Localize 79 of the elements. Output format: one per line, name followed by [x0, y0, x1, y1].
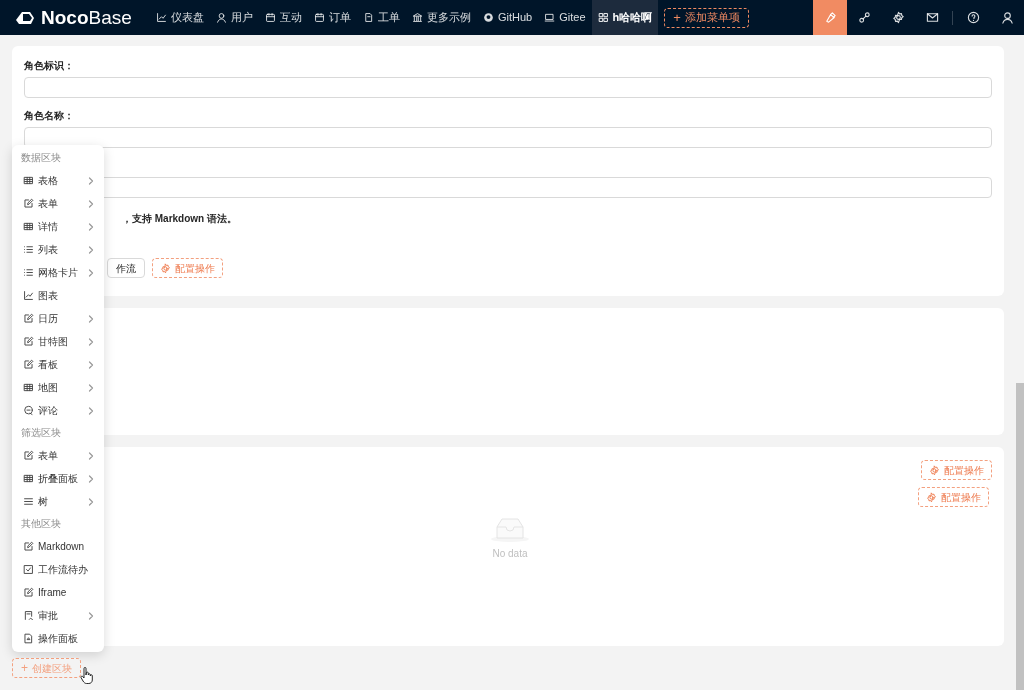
menu-item[interactable]: 日历: [12, 307, 104, 330]
input-field[interactable]: [24, 77, 992, 98]
laptop-icon: [544, 12, 556, 23]
file-icon: [363, 12, 374, 23]
list-icon: [23, 267, 34, 278]
document-icon: [23, 633, 34, 644]
edit-icon: [23, 336, 34, 347]
empty-text: No data: [492, 547, 528, 561]
edit-icon: [23, 450, 34, 461]
nav-menu-item[interactable]: 工单: [357, 0, 406, 35]
menu-item[interactable]: 地图: [12, 376, 104, 399]
chart-icon: [23, 290, 34, 301]
menu-item[interactable]: Markdown: [12, 535, 104, 558]
edit-icon: [23, 359, 34, 370]
nav-menu-item[interactable]: 订单: [308, 0, 357, 35]
empty-box-icon: [490, 515, 530, 543]
field-label: 角色名称：: [24, 109, 75, 123]
menu-item[interactable]: 详情: [12, 215, 104, 238]
calendar-icon: [314, 12, 325, 23]
settings-icon: [160, 262, 171, 274]
menu-item[interactable]: 表单: [12, 444, 104, 467]
description-text: ，支持 Markdown 语法。: [122, 212, 238, 226]
settings-icon: [926, 491, 937, 503]
menu-item[interactable]: 评论: [12, 399, 104, 422]
nav-menu-item[interactable]: Gitee: [538, 0, 592, 35]
hand-cursor-icon: [80, 667, 94, 685]
menu-item[interactable]: 网格卡片: [12, 261, 104, 284]
menu-item[interactable]: 审批: [12, 604, 104, 627]
table-icon: [23, 473, 34, 484]
menu-item[interactable]: 操作面板: [12, 627, 104, 650]
approval-icon: [23, 610, 34, 621]
nav-menu-item[interactable]: 用户: [210, 0, 259, 35]
calendar-icon: [265, 12, 276, 23]
comment-icon: [23, 405, 34, 416]
menu-item[interactable]: 折叠面板: [12, 467, 104, 490]
menu-item[interactable]: 表单: [12, 192, 104, 215]
nav-menu-item[interactable]: 更多示例: [406, 0, 477, 35]
edit-icon: [23, 587, 34, 598]
mail-icon: [925, 11, 939, 24]
nav-menu-item[interactable]: 互动: [259, 0, 308, 35]
user-icon: [1000, 11, 1014, 24]
menu-item[interactable]: 看板: [12, 353, 104, 376]
menu-item[interactable]: 列表: [12, 238, 104, 261]
field-label: 角色标识：: [24, 59, 75, 73]
menu-group-title: 其他区块: [20, 517, 62, 531]
logo-icon: [14, 9, 36, 26]
logo-text: NocoBase: [41, 8, 132, 27]
user-icon: [216, 12, 227, 23]
table-icon: [23, 175, 34, 186]
scrollbar-thumb[interactable]: [1016, 383, 1024, 690]
nav-menu-item[interactable]: h哈哈啊: [591, 0, 659, 35]
nav-menu-item[interactable]: 仪表盘: [150, 0, 210, 35]
nav-menu-item[interactable]: GitHub: [477, 0, 539, 35]
menu-group-title: 筛选区块: [20, 426, 62, 440]
menu-group-title: 数据区块: [20, 151, 62, 165]
menu-item[interactable]: 表格: [12, 169, 104, 192]
menu-item[interactable]: 甘特图: [12, 330, 104, 353]
help-icon: [966, 11, 980, 24]
table-icon: [23, 382, 34, 393]
menu-icon: [23, 496, 34, 507]
edit-icon: [23, 313, 34, 324]
grid-icon: [597, 12, 609, 23]
edit-icon: [23, 198, 34, 209]
menu-item[interactable]: 树: [12, 490, 104, 513]
checkbox-icon: [23, 564, 34, 575]
settings-icon: [929, 464, 940, 476]
menu-item[interactable]: Iframe: [12, 581, 104, 604]
bank-icon: [412, 12, 423, 23]
workflow-button[interactable]: 作流: [107, 258, 145, 278]
add-menu-item-button[interactable]: + 添加菜单项: [664, 7, 749, 28]
menu-item[interactable]: 图表: [12, 284, 104, 307]
table-icon: [23, 221, 34, 232]
chart-icon: [156, 12, 167, 23]
edit-icon: [23, 541, 34, 552]
brush-icon: [823, 11, 837, 24]
settings-icon: [891, 11, 905, 24]
list-icon: [23, 244, 34, 255]
menu-item[interactable]: 工作流待办: [12, 558, 104, 581]
input-field[interactable]: [24, 127, 992, 148]
